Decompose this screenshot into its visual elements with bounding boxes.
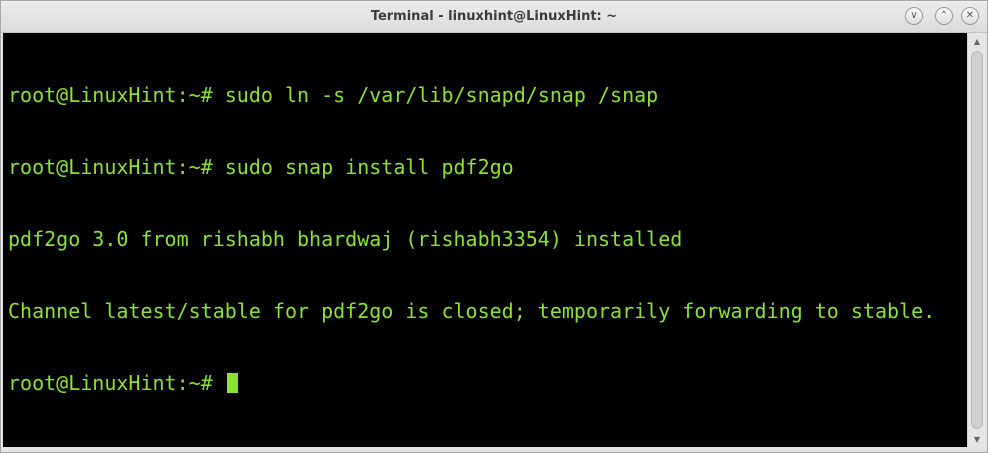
maximize-button[interactable]: ⌃ — [935, 7, 953, 25]
chevron-up-icon: ⌃ — [939, 10, 949, 21]
terminal-line: root@LinuxHint:~# sudo ln -s /var/lib/sn… — [8, 83, 659, 107]
arrow-down-icon: ▼ — [973, 434, 981, 444]
terminal-prompt-line[interactable]: root@LinuxHint:~# — [8, 371, 962, 395]
minimize-button[interactable]: ∨ — [905, 7, 923, 25]
terminal-prompt: root@LinuxHint:~# — [8, 371, 225, 395]
terminal-line: root@LinuxHint:~# sudo snap install pdf2… — [8, 155, 514, 179]
title-bar[interactable]: Terminal - linuxhint@LinuxHint: ~ ∨ ⌃ ✕ — [1, 1, 987, 33]
scrollbar-thumb[interactable] — [971, 51, 983, 429]
chevron-down-icon: ∨ — [910, 10, 918, 21]
terminal-output[interactable]: root@LinuxHint:~# sudo ln -s /var/lib/sn… — [3, 33, 967, 447]
close-button[interactable]: ✕ — [961, 7, 979, 25]
vertical-scrollbar[interactable]: ▲ ▼ — [967, 33, 985, 447]
terminal-line: Channel latest/stable for pdf2go is clos… — [8, 299, 936, 323]
terminal-line: pdf2go 3.0 from rishabh bhardwaj (rishab… — [8, 227, 683, 251]
scroll-up-button[interactable]: ▲ — [968, 33, 986, 49]
text-cursor — [226, 373, 238, 393]
window-title: Terminal - linuxhint@LinuxHint: ~ — [370, 9, 618, 24]
arrow-up-icon: ▲ — [973, 36, 981, 46]
close-icon: ✕ — [965, 10, 975, 21]
scroll-down-button[interactable]: ▼ — [968, 431, 986, 447]
terminal-window: Terminal - linuxhint@LinuxHint: ~ ∨ ⌃ ✕ … — [0, 0, 988, 453]
